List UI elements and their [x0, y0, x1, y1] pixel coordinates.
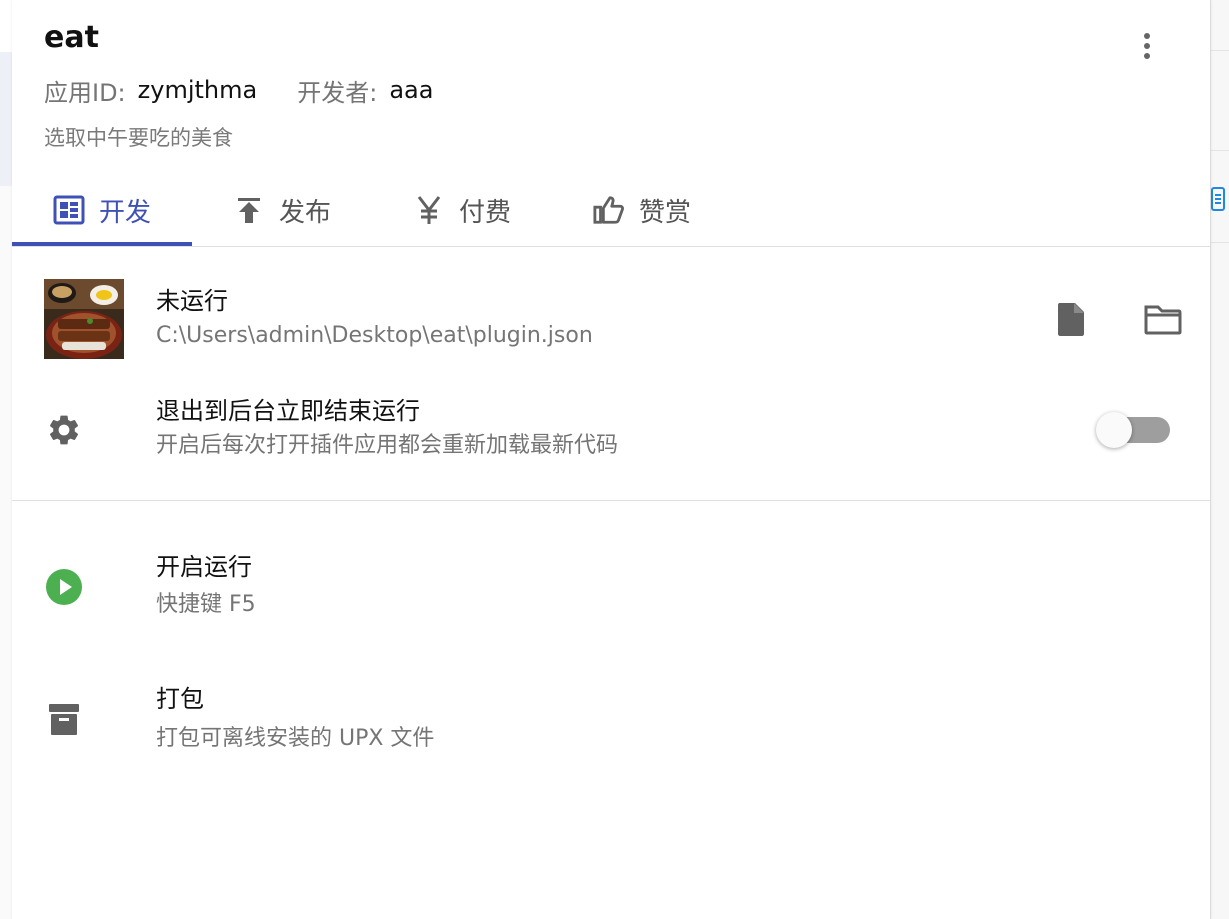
pack-row[interactable]: 打包 打包可离线安装的 UPX 文件	[12, 672, 1210, 762]
background-divider	[1211, 50, 1229, 51]
background-window-edge	[0, 0, 12, 52]
app-meta: 应用ID: zymjthma 开发者: aaa	[44, 72, 433, 108]
plugin-path: C:\Users\admin\Desktop\eat\plugin.json	[156, 323, 593, 348]
toggle-thumb	[1096, 412, 1132, 448]
app-title: eat	[44, 20, 99, 55]
background-divider	[1211, 150, 1229, 151]
open-folder-button[interactable]	[1144, 302, 1182, 336]
background-window-right	[1211, 0, 1229, 919]
developer-label: 开发者:	[297, 78, 378, 107]
tab-label: 付费	[458, 197, 511, 228]
dashboard-icon	[53, 194, 85, 226]
pack-title: 打包	[156, 685, 204, 713]
folder-icon	[1144, 305, 1182, 335]
background-window-strip	[0, 52, 12, 186]
upload-icon	[233, 194, 265, 226]
plugin-detail-panel: eat 应用ID: zymjthma 开发者: aaa 选取中午要吃的美食 开发…	[12, 0, 1211, 919]
start-run-shortcut: 快捷键 F5	[156, 592, 256, 617]
yen-icon	[413, 194, 445, 226]
tab-bar: 开发 发布 付费 赞赏	[12, 176, 1210, 247]
settings-gear-icon	[44, 410, 84, 450]
background-divider	[1211, 242, 1229, 243]
tab-develop[interactable]: 开发	[12, 176, 192, 244]
archive-icon	[44, 699, 84, 739]
section-divider	[12, 500, 1210, 501]
exit-setting-title: 退出到后台立即结束运行	[156, 397, 420, 425]
plugin-logo	[44, 279, 124, 359]
more-vert-icon	[1144, 33, 1150, 39]
tab-label: 开发	[98, 197, 151, 228]
tab-label: 赞赏	[638, 197, 691, 228]
exit-setting-toggle[interactable]	[1096, 412, 1172, 448]
app-id-label: 应用ID:	[44, 78, 126, 107]
plugin-status: 未运行	[156, 287, 228, 315]
pack-desc: 打包可离线安装的 UPX 文件	[156, 726, 435, 751]
app-id-value: zymjthma	[137, 76, 258, 104]
start-run-row[interactable]: 开启运行 快捷键 F5	[12, 540, 1210, 630]
active-tab-indicator	[12, 242, 192, 246]
tab-publish[interactable]: 发布	[192, 176, 372, 244]
thumb-up-icon	[593, 194, 625, 226]
more-vert-icon	[1144, 53, 1150, 59]
start-run-title: 开启运行	[156, 553, 252, 581]
open-file-button[interactable]	[1056, 301, 1086, 337]
play-circle-icon	[44, 567, 84, 607]
tab-reward[interactable]: 赞赏	[552, 176, 732, 244]
tab-label: 发布	[278, 197, 331, 228]
document-icon	[1210, 186, 1226, 212]
developer-value: aaa	[389, 76, 434, 104]
more-menu-button[interactable]	[1132, 28, 1162, 64]
file-icon	[1058, 303, 1084, 336]
exit-setting-desc: 开启后每次打开插件应用都会重新加载最新代码	[156, 433, 619, 458]
app-description: 选取中午要吃的美食	[44, 126, 233, 150]
tab-paid[interactable]: 付费	[372, 176, 552, 244]
more-vert-icon	[1144, 43, 1150, 49]
